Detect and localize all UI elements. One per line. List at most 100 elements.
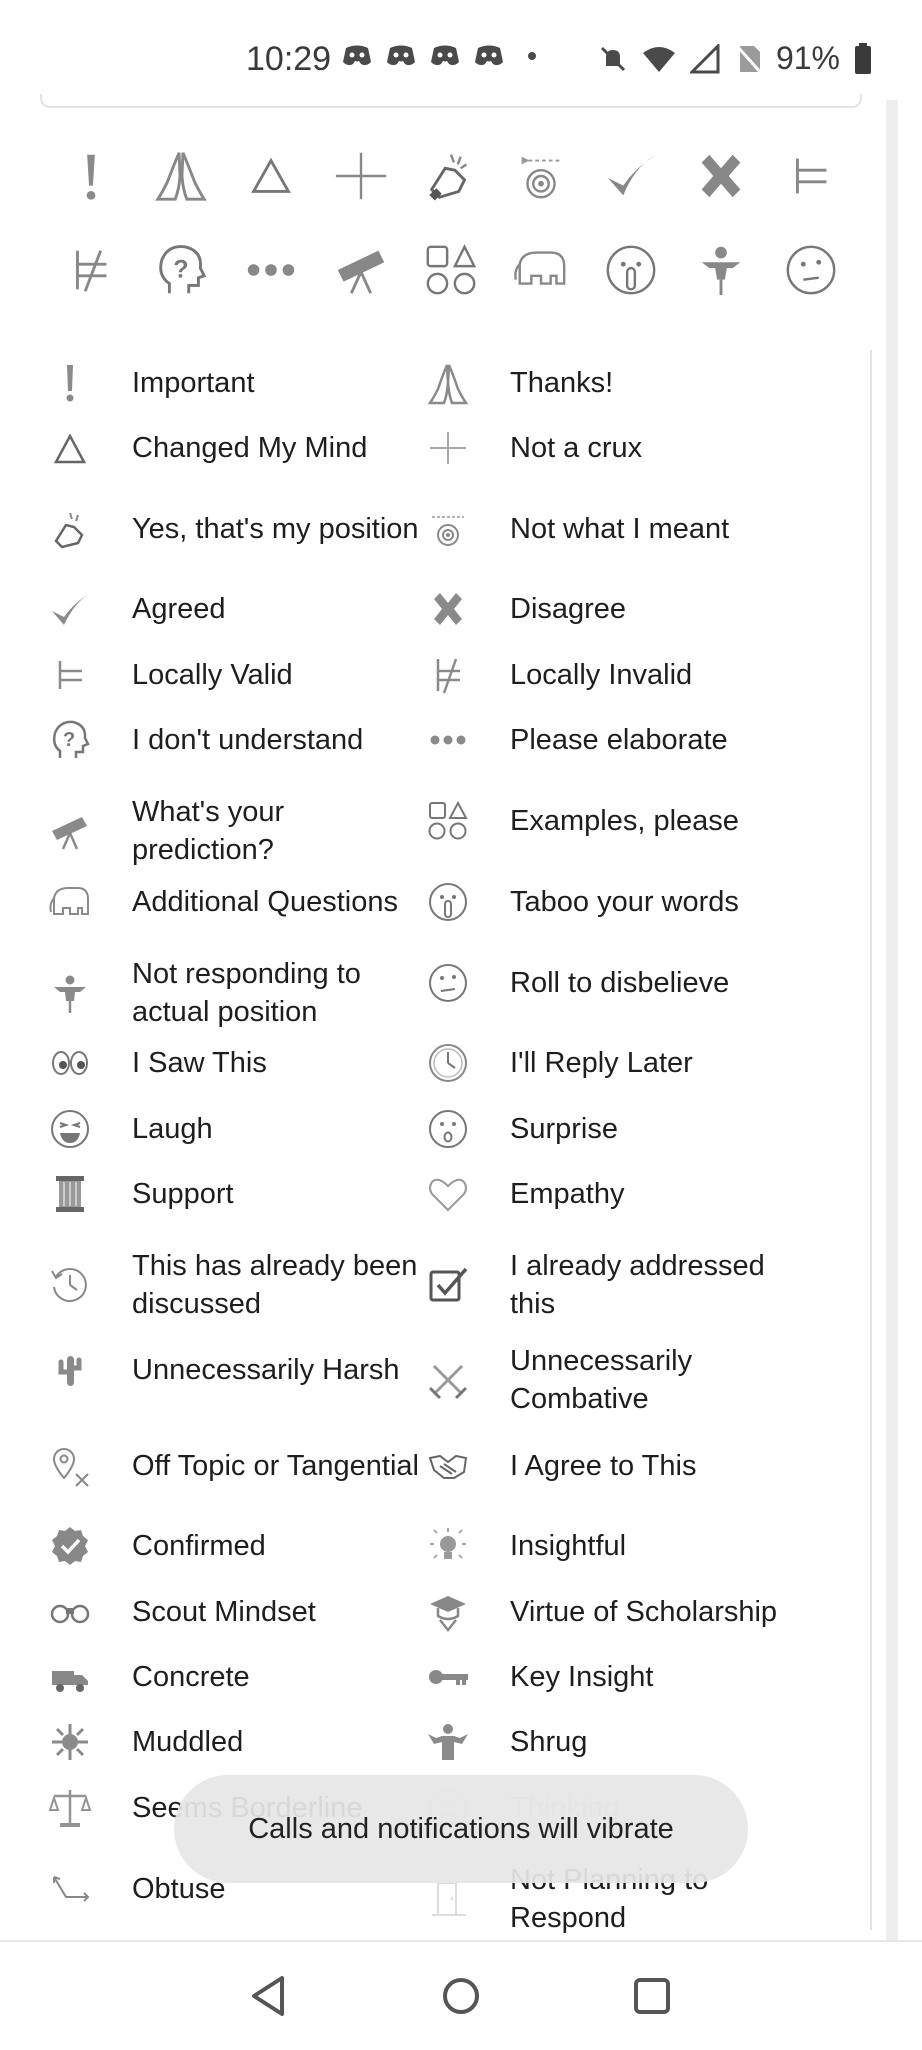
grid-cell[interactable] — [46, 240, 136, 300]
grid-cell[interactable] — [406, 146, 496, 206]
reaction-label: Off Topic or Tangential — [132, 1450, 419, 1482]
grid-cell[interactable] — [316, 240, 406, 300]
reaction-option-shrug[interactable]: Shrug — [420, 1714, 800, 1770]
reaction-option-roll-to-disbelieve[interactable]: Roll to disbelieve — [420, 955, 800, 1011]
reaction-label: I don't understand — [132, 724, 364, 756]
swords-icon — [420, 1352, 476, 1408]
reaction-label: Not a crux — [510, 432, 643, 464]
more-notifications-dot — [528, 52, 536, 60]
reaction-option-support[interactable]: Support — [42, 1166, 422, 1222]
roll-icon — [420, 955, 476, 1011]
binoculars-icon — [42, 1584, 98, 1640]
question-icon: ? — [42, 712, 98, 768]
agreed-icon — [607, 154, 657, 196]
reaction-option-thanks[interactable]: Thanks! — [420, 355, 800, 411]
reaction-label: Confirmed — [132, 1530, 266, 1562]
reaction-option-unnecessarily-harsh[interactable]: Unnecessarily Harsh — [42, 1342, 422, 1398]
grid-cell[interactable] — [676, 146, 766, 206]
obtuse-icon — [42, 1861, 98, 1917]
reaction-option-not-a-crux[interactable]: Not a crux — [420, 420, 800, 476]
grid-cell[interactable] — [46, 146, 136, 206]
reaction-option-key-insight[interactable]: Key Insight — [420, 1649, 800, 1705]
battery-percent: 91% — [775, 40, 840, 76]
reaction-option-agreed[interactable]: Agreed — [42, 581, 422, 637]
grid-cell[interactable]: ? — [136, 240, 226, 300]
reaction-option-i-don-t-understand[interactable]: ? I don't understand — [42, 712, 422, 768]
reaction-option-important[interactable]: Important — [42, 355, 422, 411]
home-icon[interactable] — [437, 1972, 485, 2020]
reaction-option-i-saw-this[interactable]: I Saw This — [42, 1035, 422, 1091]
reaction-option-what-s-your-prediction[interactable]: What's your prediction? — [42, 793, 422, 869]
reaction-option-this-has-already-been-discussed[interactable]: This has already been discussed — [42, 1247, 422, 1323]
reaction-option-additional-questions[interactable]: Additional Questions — [42, 874, 422, 930]
reaction-option-virtue-of-scholarship[interactable]: Virtue of Scholarship — [420, 1584, 800, 1640]
taboo-icon — [420, 874, 476, 930]
reaction-option-off-topic-or-tangential[interactable]: Off Topic or Tangential — [42, 1438, 422, 1494]
reaction-option-muddled[interactable]: Muddled — [42, 1714, 422, 1770]
grid-cell[interactable] — [136, 146, 226, 206]
pillar-icon — [42, 1166, 98, 1222]
no-sim-icon — [735, 44, 762, 74]
reaction-option-yes-that-s-my-position[interactable]: Yes, that's my position — [42, 501, 422, 557]
telescope-icon — [42, 803, 98, 859]
reaction-option-please-elaborate[interactable]: Please elaborate — [420, 712, 800, 768]
reaction-option-concrete[interactable]: Concrete — [42, 1649, 422, 1705]
back-icon[interactable] — [246, 1972, 294, 2020]
reaction-option-i-agree-to-this[interactable]: I Agree to This — [420, 1438, 800, 1494]
reaction-option-confirmed[interactable]: Confirmed — [42, 1518, 422, 1574]
reaction-option-laugh[interactable]: Laugh — [42, 1101, 422, 1157]
grid-cell[interactable] — [586, 146, 676, 206]
grid-cell[interactable] — [406, 240, 496, 300]
reaction-option-taboo-your-words[interactable]: Taboo your words — [420, 874, 800, 930]
surprise-icon — [420, 1101, 476, 1157]
grid-cell[interactable] — [226, 146, 316, 206]
svg-text:?: ? — [63, 729, 75, 751]
heart-icon — [420, 1166, 476, 1222]
reaction-option-examples-please[interactable]: Examples, please — [420, 793, 800, 849]
recents-icon[interactable] — [628, 1972, 676, 2020]
reaction-panel-top-edge — [40, 94, 862, 108]
reaction-option-locally-valid[interactable]: Locally Valid — [42, 647, 422, 703]
grid-cell[interactable] — [496, 146, 586, 206]
grid-cell[interactable] — [496, 240, 586, 300]
reaction-option-surprise[interactable]: Surprise — [420, 1101, 800, 1157]
reaction-option-locally-invalid[interactable]: Locally Invalid — [420, 647, 800, 703]
reaction-option-unnecessarily-combative[interactable]: Unnecessarily Combative — [420, 1342, 800, 1418]
reaction-label: Important — [132, 367, 255, 399]
triangle-icon — [42, 420, 98, 476]
laugh-icon — [42, 1101, 98, 1157]
eyes-icon — [42, 1035, 98, 1091]
status-time: 10:29 — [246, 40, 332, 78]
background-page-edge — [886, 100, 898, 1940]
please-elaborate-icon — [247, 264, 295, 276]
not-what-i-meant-icon — [521, 156, 563, 199]
important-icon — [86, 154, 96, 200]
grid-cell[interactable] — [316, 146, 406, 206]
grid-cell[interactable] — [766, 146, 856, 206]
reaction-label: Not responding to actual position — [132, 958, 361, 1028]
reaction-label: Thanks! — [510, 367, 614, 399]
not-responding-icon — [701, 246, 741, 296]
grid-cell[interactable] — [586, 240, 676, 300]
reaction-label: Shrug — [510, 1726, 588, 1758]
changed-mind-icon — [251, 157, 291, 193]
reaction-option-not-what-i-meant[interactable]: Not what I meant — [420, 501, 800, 557]
grid-cell[interactable] — [676, 240, 766, 300]
scarecrow-icon — [42, 965, 98, 1021]
reaction-option-disagree[interactable]: Disagree — [420, 581, 800, 637]
reaction-option-i-already-addressed-this[interactable]: I already addressed this — [420, 1247, 800, 1323]
grid-cell[interactable] — [766, 240, 856, 300]
discord-icon — [343, 45, 371, 66]
key-icon — [420, 1649, 476, 1705]
reaction-label: Virtue of Scholarship — [510, 1596, 778, 1628]
reaction-option-empathy[interactable]: Empathy — [420, 1166, 800, 1222]
dont-understand-icon: ? — [159, 245, 207, 294]
grid-cell[interactable] — [226, 240, 316, 300]
reaction-option-not-responding-to-actual-position[interactable]: Not responding to actual position — [42, 955, 422, 1031]
reaction-option-scout-mindset[interactable]: Scout Mindset — [42, 1584, 422, 1640]
reaction-option-insightful[interactable]: Insightful — [420, 1518, 800, 1574]
reaction-option-i-ll-reply-later[interactable]: I'll Reply Later — [420, 1035, 800, 1091]
reaction-label: I Saw This — [132, 1047, 267, 1079]
svg-text:?: ? — [173, 256, 188, 284]
reaction-option-changed-my-mind[interactable]: Changed My Mind — [42, 420, 422, 476]
